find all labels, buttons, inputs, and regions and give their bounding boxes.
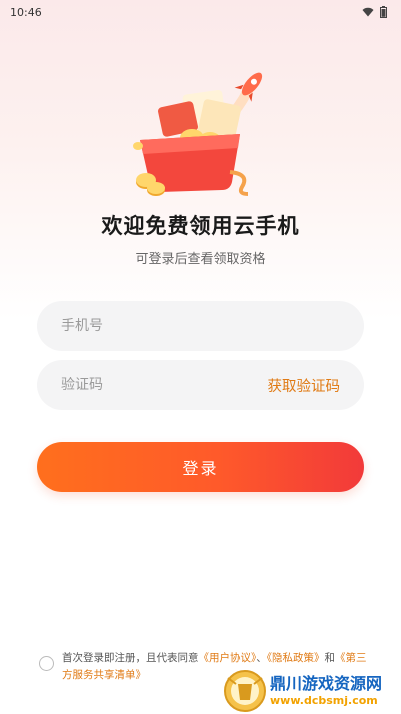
phone-input[interactable] (61, 318, 340, 334)
agreement-prefix: 首次登录即注册，且代表同意 (62, 652, 199, 664)
gift-box-illustration (133, 72, 263, 196)
get-code-button[interactable]: 获取验证码 (268, 375, 341, 396)
wifi-icon (362, 7, 374, 17)
page-subtitle: 可登录后查看领取资格 (135, 252, 266, 267)
user-agreement-link[interactable]: 《用户协议》 (199, 652, 257, 664)
phone-field[interactable] (37, 301, 364, 351)
watermark: 鼎川游戏资源网 www.dcbsmj.com (222, 668, 401, 714)
watermark-title: 鼎川游戏资源网 (270, 674, 383, 693)
status-icons (362, 6, 387, 18)
agreement-radio[interactable] (39, 656, 54, 671)
login-button[interactable]: 登录 (37, 442, 364, 492)
status-bar: 10:46 (0, 0, 401, 24)
watermark-url: www.dcbsmj.com (270, 694, 378, 707)
agreement-and: 和 (324, 652, 336, 664)
page-title: 欢迎免费领用云手机 (101, 214, 300, 238)
status-time: 10:46 (10, 5, 42, 19)
code-input[interactable] (61, 377, 268, 393)
watermark-logo-icon (224, 670, 266, 712)
agreement-separator: 、 (256, 652, 267, 664)
privacy-policy-link[interactable]: 《隐私政策》 (267, 652, 325, 664)
code-field[interactable]: 获取验证码 (37, 360, 364, 410)
battery-icon (380, 6, 387, 18)
